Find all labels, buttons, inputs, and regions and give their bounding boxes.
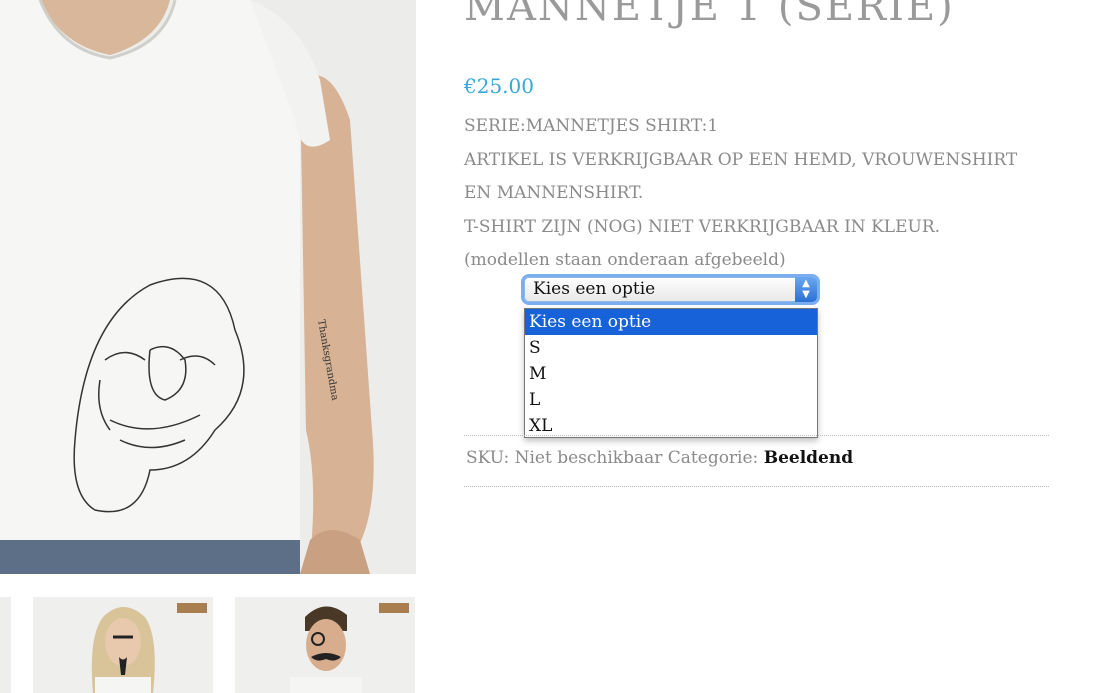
divider (464, 435, 1049, 436)
size-option[interactable]: Kies een optie (525, 309, 817, 335)
size-select-value: Kies een optie (533, 279, 656, 299)
description-line: (modellen staan onderaan afgebeeld) (464, 250, 786, 270)
thumbnail-woman[interactable] (33, 597, 213, 693)
size-select[interactable]: Kies een optie ▲ ▼ (524, 277, 817, 302)
size-option[interactable]: S (525, 335, 817, 361)
sku-value: Niet beschikbaar (514, 448, 663, 468)
brand-tag (177, 603, 207, 613)
tshirt-illustration: Thanksgrandma (0, 0, 416, 574)
product-meta: SKU: Niet beschikbaar Categorie: Beelden… (466, 448, 853, 468)
thumbnail-partial[interactable] (0, 597, 11, 693)
brand-tag (379, 603, 409, 613)
description-line: T-SHIRT ZIJN (NOG) NIET VERKRIJGBAAR IN … (464, 216, 941, 237)
size-option[interactable]: L (525, 387, 817, 413)
description-line: ARTIKEL IS VERKRIJGBAAR OP EEN HEMD, VRO… (464, 149, 1018, 170)
divider (464, 486, 1049, 487)
sku-label: SKU: (466, 448, 510, 468)
size-option[interactable]: M (525, 361, 817, 387)
description-line: SERIE:MANNETJES SHIRT:1 (464, 116, 719, 136)
size-options-list[interactable]: Kies een optie S M L XL (524, 308, 818, 438)
description-line: EN MANNENSHIRT. (464, 183, 644, 203)
thumbnail-man[interactable] (235, 597, 415, 693)
product-main-image[interactable]: Thanksgrandma (0, 0, 416, 574)
product-title: MANNETJE 1 (SERIE) (464, 0, 955, 30)
product-description: SERIE:MANNETJES SHIRT:1 ARTIKEL IS VERKR… (464, 110, 1054, 278)
category-label: Categorie: (667, 448, 759, 468)
product-price: €25.00 (464, 74, 534, 98)
select-updown-icon[interactable]: ▲ ▼ (795, 277, 817, 302)
category-link[interactable]: Beeldend (764, 448, 853, 468)
